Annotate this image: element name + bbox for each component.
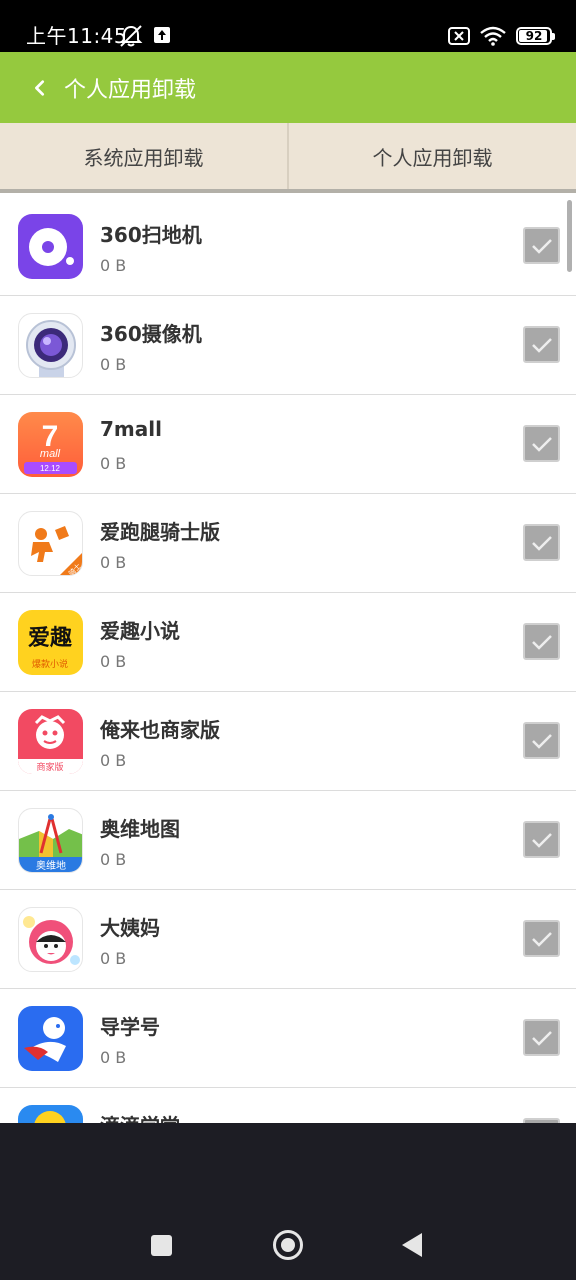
- seven-mall-icon: 7 mall 12.12: [18, 412, 83, 477]
- list-item[interactable]: 大姨妈 0 B: [0, 890, 576, 989]
- hero-icon: [18, 1006, 83, 1071]
- app-name: 大姨妈: [100, 916, 160, 940]
- app-size: 0 B: [100, 256, 127, 275]
- wifi-icon: [480, 26, 506, 46]
- check-icon: [531, 238, 552, 254]
- svg-text:奥维地: 奥维地: [36, 859, 66, 872]
- svg-text:爆款小说: 爆款小说: [32, 658, 68, 670]
- list-item[interactable]: 奥维地 奥维地图 0 B: [0, 791, 576, 890]
- check-icon: [531, 931, 552, 947]
- list-item[interactable]: 360扫地机 0 B: [0, 197, 576, 296]
- check-icon: [531, 832, 552, 848]
- app-name: 360摄像机: [100, 322, 202, 346]
- vacuum-robot-icon: [18, 214, 83, 279]
- list-item[interactable]: 滴滴学堂: [0, 1088, 576, 1123]
- app-header: 个人应用卸载: [0, 52, 576, 123]
- checkbox[interactable]: [523, 821, 560, 858]
- novel-icon: 爱趣 爆款小说: [18, 610, 83, 675]
- map-icon: 奥维地: [18, 808, 83, 873]
- check-icon: [531, 1030, 552, 1046]
- tab-system-apps[interactable]: 系统应用卸载: [0, 123, 287, 189]
- checkbox[interactable]: [523, 623, 560, 660]
- app-size: 0 B: [100, 454, 127, 473]
- app-list[interactable]: 360扫地机 0 B 360摄像机 0 B 7 mall 12.12 7mall…: [0, 197, 576, 1123]
- checkbox[interactable]: [523, 425, 560, 462]
- battery-icon: 92: [516, 27, 555, 45]
- app-name: 爱跑腿骑士版: [100, 520, 220, 544]
- checkbox[interactable]: [523, 326, 560, 363]
- status-bar: 上午11:45 92: [0, 0, 576, 52]
- list-item[interactable]: 爱趣 爆款小说 爱趣小说 0 B: [0, 593, 576, 692]
- app-name: 360扫地机: [100, 223, 202, 247]
- back-icon[interactable]: [20, 52, 60, 123]
- list-item[interactable]: 商家版 俺来也商家版 0 B: [0, 692, 576, 791]
- smiley-icon: [18, 1105, 83, 1123]
- runner-icon: 骑士: [18, 511, 83, 576]
- list-item[interactable]: 导学号 0 B: [0, 989, 576, 1088]
- bell-off-icon: [119, 25, 143, 47]
- check-icon: [531, 733, 552, 749]
- app-name: 爱趣小说: [100, 619, 180, 643]
- app-size: 0 B: [100, 652, 127, 671]
- check-icon: [531, 535, 552, 551]
- app-name: 俺来也商家版: [100, 718, 220, 742]
- back-triangle-icon[interactable]: [402, 1233, 422, 1257]
- check-icon: [531, 337, 552, 353]
- no-sim-icon: [448, 27, 470, 45]
- app-size: 0 B: [100, 355, 127, 374]
- recents-icon[interactable]: [151, 1235, 172, 1256]
- svg-text:mall: mall: [40, 448, 61, 460]
- app-name: 导学号: [100, 1015, 160, 1039]
- app-size: 0 B: [100, 751, 127, 770]
- app-size: 0 B: [100, 850, 127, 869]
- tab-personal-apps[interactable]: 个人应用卸载: [289, 123, 576, 189]
- doll-icon: [18, 907, 83, 972]
- list-item[interactable]: 360摄像机 0 B: [0, 296, 576, 395]
- checkbox[interactable]: [523, 1019, 560, 1056]
- app-size: 0 B: [100, 1048, 127, 1067]
- navigation-bar: [0, 1123, 576, 1280]
- app-size: 0 B: [100, 553, 127, 572]
- scrollbar[interactable]: [567, 200, 572, 272]
- list-item[interactable]: 骑士 爱跑腿骑士版 0 B: [0, 494, 576, 593]
- upload-icon: [154, 27, 170, 43]
- check-icon: [531, 436, 552, 452]
- check-icon: [531, 634, 552, 650]
- home-icon[interactable]: [273, 1230, 303, 1260]
- svg-text:12.12: 12.12: [40, 464, 61, 473]
- battery-level: 92: [525, 29, 543, 43]
- app-name: 7mall: [100, 417, 162, 441]
- monkey-icon: 商家版: [18, 709, 83, 774]
- checkbox[interactable]: [523, 227, 560, 264]
- camera-icon: [18, 313, 83, 378]
- page-title: 个人应用卸载: [64, 77, 197, 103]
- app-name: 奥维地图: [100, 817, 180, 841]
- svg-text:爱趣: 爱趣: [28, 625, 72, 651]
- list-item[interactable]: 7 mall 12.12 7mall 0 B: [0, 395, 576, 494]
- checkbox[interactable]: [523, 920, 560, 957]
- checkbox[interactable]: [523, 722, 560, 759]
- svg-text:商家版: 商家版: [36, 761, 63, 773]
- status-icons: 92: [448, 22, 555, 50]
- status-time: 上午11:45: [26, 24, 128, 48]
- app-name: 滴滴学堂: [100, 1110, 180, 1123]
- tab-bar: 系统应用卸载 个人应用卸载: [0, 123, 576, 193]
- checkbox[interactable]: [523, 524, 560, 561]
- app-size: 0 B: [100, 949, 127, 968]
